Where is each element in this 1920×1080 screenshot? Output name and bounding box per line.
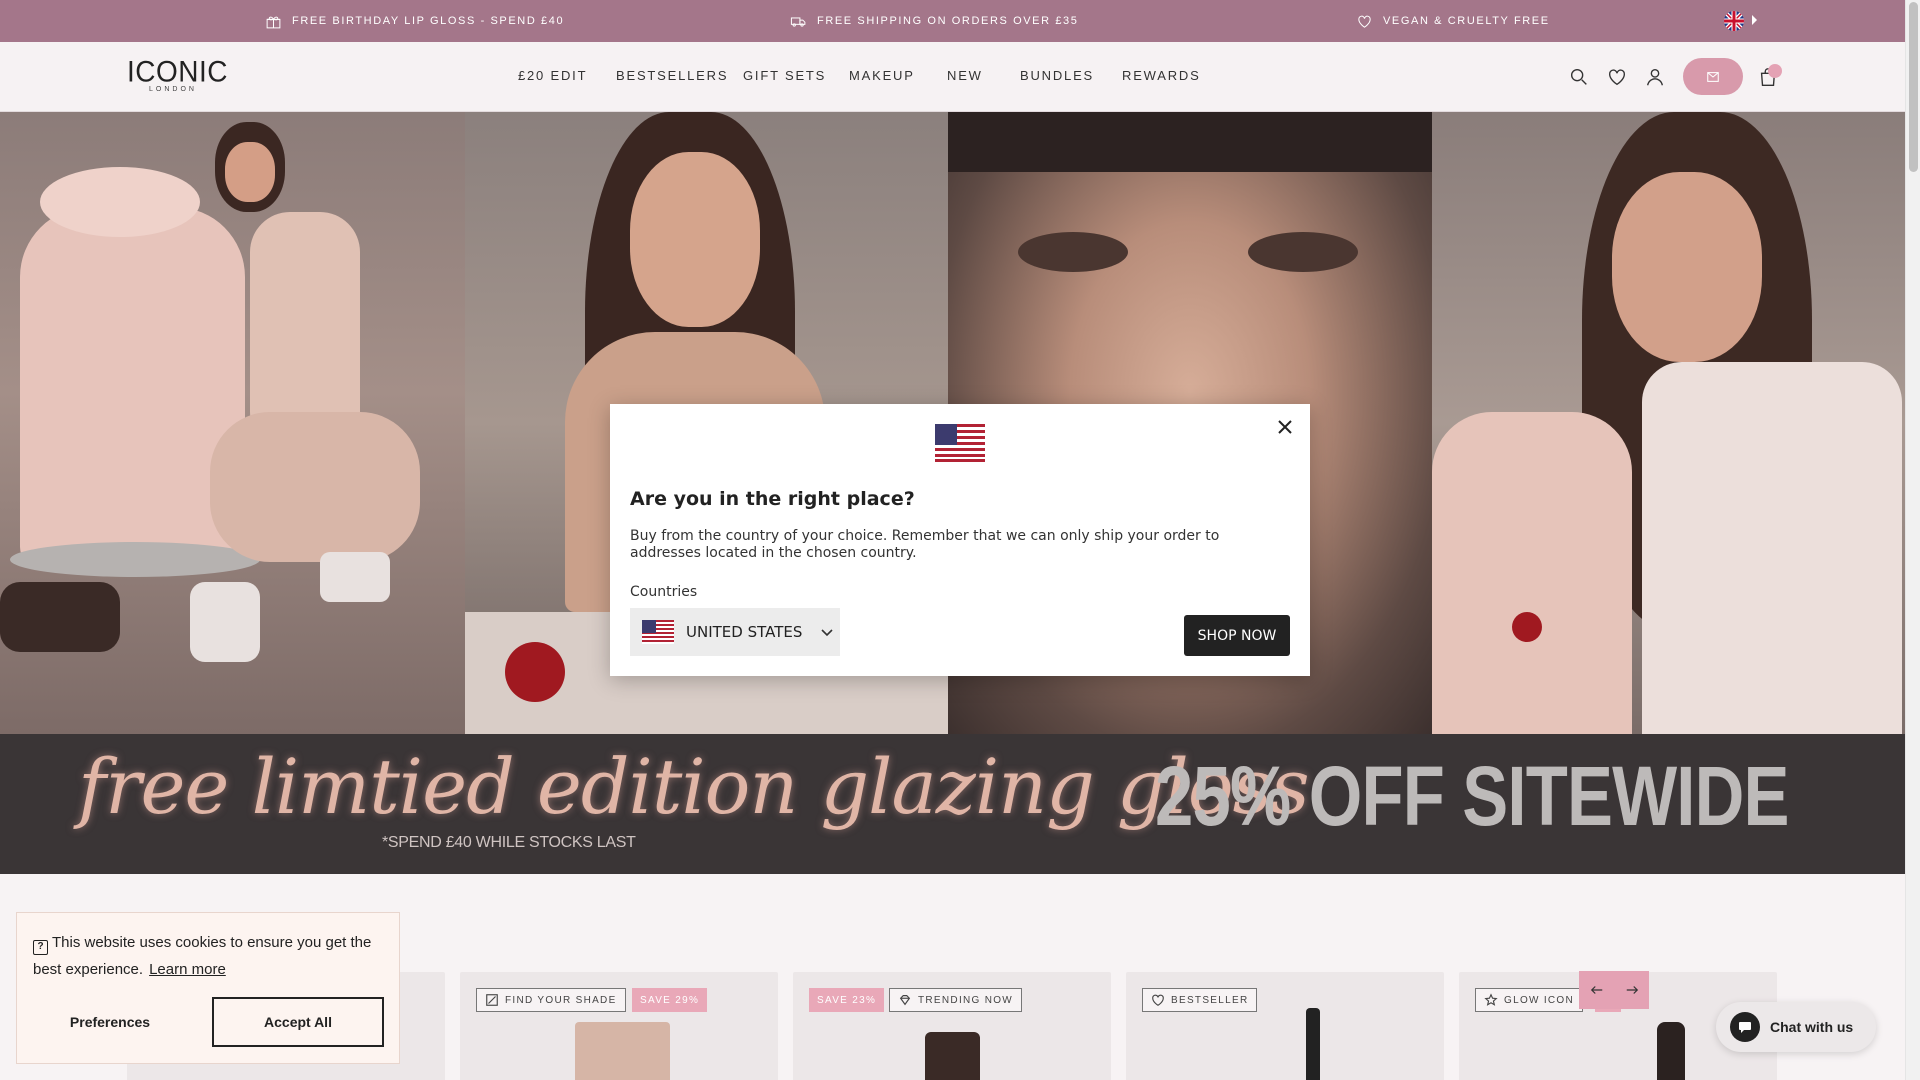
countries-label: Countries (630, 584, 698, 600)
hero-image-panel (0, 112, 465, 734)
scrollbar-thumb[interactable] (1909, 2, 1918, 172)
country-selector-modal: Are you in the right place? Buy from the… (610, 404, 1310, 676)
modal-title: Are you in the right place? (630, 488, 915, 510)
learn-more-link[interactable]: Learn more (149, 961, 226, 978)
site-header: ICONIC LONDON £20 EDIT BESTSELLERS GIFT … (0, 42, 1905, 112)
accept-all-button[interactable]: Accept All (212, 997, 384, 1047)
selected-country: UNITED STATES (686, 623, 803, 641)
truck-icon (790, 16, 806, 27)
chat-label: Chat with us (1770, 1019, 1854, 1035)
announcement-item[interactable]: VEGAN & CRUELTY FREE (1356, 0, 1550, 42)
nav-item-20-edit[interactable]: £20 EDIT (518, 68, 587, 83)
rewards-pill-button[interactable] (1683, 58, 1743, 95)
logo[interactable]: ICONIC LONDON (127, 55, 228, 93)
cookie-message: ? This website uses cookies to ensure you… (33, 929, 393, 983)
announcement-text: VEGAN & CRUELTY FREE (1383, 15, 1550, 27)
preferences-button[interactable]: Preferences (17, 997, 203, 1047)
product-tag: FIND YOUR SHADE (476, 988, 626, 1012)
nav-item-bestsellers[interactable]: BESTSELLERS (616, 68, 728, 83)
cookie-banner: ? This website uses cookies to ensure you… (16, 912, 400, 1064)
nav-item-makeup[interactable]: MAKEUP (849, 68, 915, 83)
promo-sale-text: 25% OFF SITEWIDE (1155, 749, 1790, 843)
announcement-item[interactable]: FREE BIRTHDAY LIP GLOSS - SPEND £40 (265, 0, 564, 42)
nav-item-rewards[interactable]: REWARDS (1122, 68, 1201, 83)
heart-icon (1152, 994, 1164, 1006)
product-tag: BESTSELLER (1142, 988, 1258, 1012)
chevron-down-icon (821, 629, 833, 637)
nav-item-new[interactable]: NEW (947, 68, 983, 83)
carousel-next-button[interactable] (1614, 971, 1649, 1009)
announcement-text: FREE BIRTHDAY LIP GLOSS - SPEND £40 (292, 15, 565, 27)
nav-item-bundles[interactable]: BUNDLES (1020, 68, 1094, 83)
uk-flag-icon[interactable] (1724, 11, 1744, 31)
shop-now-button[interactable]: SHOP NOW (1184, 615, 1290, 656)
arrow-left-icon (1590, 986, 1602, 994)
announcement-item[interactable]: FREE SHIPPING ON ORDERS OVER £35 (790, 0, 1078, 42)
heart-icon (1358, 15, 1371, 28)
discount-tag: SAVE 29% (632, 988, 708, 1012)
swatch-icon (486, 994, 498, 1006)
carousel-prev-button[interactable] (1579, 971, 1614, 1009)
arrow-right-icon (1626, 986, 1638, 994)
wishlist-heart-icon[interactable] (1606, 66, 1628, 88)
chat-bubble-icon (1730, 1012, 1760, 1042)
diamond-icon (899, 995, 911, 1006)
locale-caret-icon[interactable] (1752, 15, 1757, 25)
nav-item-gift-sets[interactable]: GIFT SETS (743, 68, 826, 83)
discount-tag: SAVE 23% (809, 988, 885, 1012)
product-tag: TRENDING NOW (889, 988, 1023, 1012)
product-tag: GLOW ICON (1475, 988, 1584, 1012)
product-card[interactable]: FIND YOUR SHADE SAVE 29% (460, 972, 778, 1080)
page-scrollbar[interactable] (1905, 0, 1920, 1080)
promo-note: *SPEND £40 WHILE STOCKS LAST (382, 834, 636, 851)
us-flag-icon (642, 620, 674, 644)
logo-main: ICONIC (127, 55, 228, 88)
star-icon (1484, 993, 1498, 1006)
us-flag-icon (935, 424, 985, 462)
rewards-pill-icon (1707, 71, 1719, 82)
announcement-text: FREE SHIPPING ON ORDERS OVER £35 (817, 15, 1079, 27)
account-icon[interactable] (1644, 66, 1666, 88)
country-select[interactable]: UNITED STATES (630, 608, 840, 656)
search-icon[interactable] (1568, 66, 1590, 88)
announcement-bar: FREE BIRTHDAY LIP GLOSS - SPEND £40 FREE… (0, 0, 1905, 42)
chat-widget-button[interactable]: Chat with us (1716, 1002, 1876, 1052)
hero-image-panel (1432, 112, 1905, 734)
promo-script-text: free limtied edition glazing gloss (78, 742, 1310, 831)
close-icon[interactable] (1276, 418, 1294, 436)
bag-count-badge (1768, 64, 1782, 78)
product-card[interactable]: BESTSELLER (1126, 972, 1444, 1080)
promo-strip[interactable]: free limtied edition glazing gloss *SPEN… (0, 734, 1905, 874)
product-card[interactable]: SAVE 23% TRENDING NOW (793, 972, 1111, 1080)
modal-description: Buy from the country of your choice. Rem… (630, 528, 1220, 561)
cookie-info-icon: ? (33, 940, 48, 955)
gift-icon (266, 16, 281, 28)
